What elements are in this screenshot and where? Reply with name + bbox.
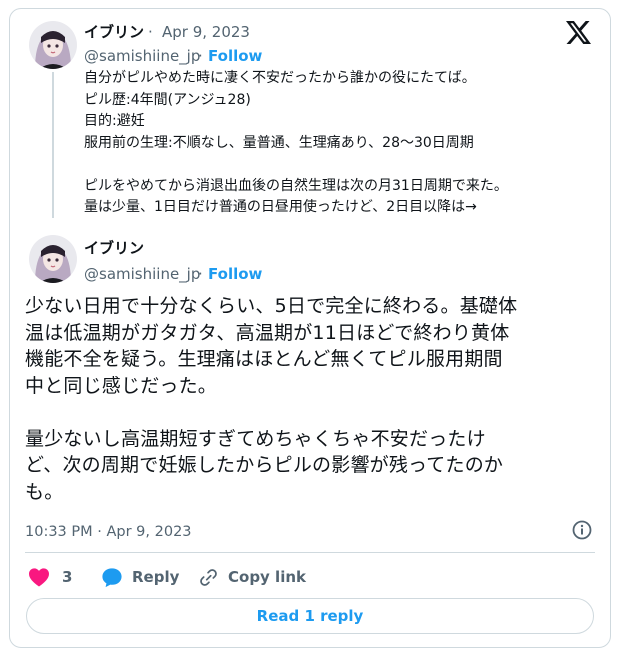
parent-handle-separator: ·: [198, 47, 203, 65]
parent-avatar[interactable]: [29, 21, 77, 69]
copy-link-button[interactable]: Copy link: [198, 565, 306, 589]
main-text-line: ど、次の周期で妊娠したからピルの影響が残ってたのか: [25, 454, 504, 476]
main-handle[interactable]: @samishiine_jp: [84, 264, 200, 284]
parent-text-line: ピルをやめてから消退出血後の自然生理は次の月31日周期で来た。: [84, 177, 508, 194]
divider: [25, 552, 595, 553]
parent-text-line: 量は少量、1日目だけ普通の日昼用使ったけど、2日目以降は→: [84, 199, 477, 215]
main-author-name[interactable]: イブリン: [84, 238, 144, 258]
main-text-line: 温は低温期がガタガタ、高温期が11日ほどで終わり黄体: [25, 321, 510, 344]
parent-text-line: 服用前の生理:不順なし、量普通、生理痛あり、28〜30日周期: [84, 134, 474, 151]
like-count: 3: [62, 568, 73, 586]
read-reply-button[interactable]: Read 1 reply: [26, 598, 594, 634]
x-logo-icon[interactable]: [566, 21, 591, 48]
main-text-line: [25, 399, 595, 426]
main-text-line: 量少ないし高温期短すぎてめちゃくちゃ不安だったけ: [25, 427, 486, 450]
speech-bubble-icon: [101, 567, 132, 588]
info-icon[interactable]: [572, 520, 592, 544]
link-icon: [198, 567, 228, 588]
parent-text-line: 目的:避妊: [84, 113, 145, 129]
parent-follow-link[interactable]: Follow: [208, 46, 262, 66]
main-avatar[interactable]: [29, 235, 77, 283]
main-handle-separator: ·: [198, 265, 203, 283]
main-follow-link[interactable]: Follow: [208, 264, 262, 284]
main-text-line: も。: [25, 480, 64, 503]
parent-tweet-text: 自分がピルやめた時に凄く不安だったから誰かの役にたてば。 ピル歴:4年間(アンジ…: [84, 68, 584, 219]
reply-label: Reply: [132, 568, 180, 586]
main-text-line: 少ない日用で十分なくらい、5日で完全に終わる。基礎体: [25, 295, 518, 317]
parent-handle[interactable]: @samishiine_jp: [84, 46, 200, 66]
parent-separator: ·: [148, 23, 153, 41]
parent-text-line: ピル歴:4年間(アンジュ28): [84, 91, 251, 108]
main-tweet-text: 少ない日用で十分なくらい、5日で完全に終わる。基礎体 温は低温期がガタガタ、高温…: [25, 293, 595, 505]
parent-author-name[interactable]: イブリン: [84, 22, 144, 42]
heart-icon: [28, 567, 59, 587]
reply-button[interactable]: Reply: [101, 565, 179, 589]
like-button[interactable]: 3: [28, 565, 72, 589]
main-text-line: 中と同じ感じだった。: [25, 374, 218, 397]
tweet-timestamp[interactable]: 10:33 PM · Apr 9, 2023: [25, 522, 192, 542]
read-reply-label: Read 1 reply: [256, 607, 364, 625]
parent-text-line: [84, 154, 584, 176]
thread-connector-line: [52, 72, 54, 218]
parent-date[interactable]: Apr 9, 2023: [162, 22, 250, 42]
parent-text-line: 自分がピルやめた時に凄く不安だったから誰かの役にたてば。: [84, 70, 476, 86]
main-text-line: 機能不全を疑う。生理痛はほとんど無くてピル服用期間: [25, 348, 503, 370]
copy-link-label: Copy link: [228, 568, 306, 586]
